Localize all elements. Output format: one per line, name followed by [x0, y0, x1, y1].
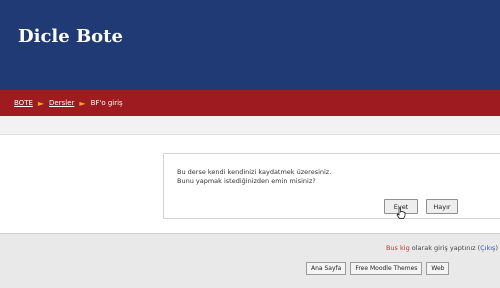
enrol-confirmation-box: Bu derse kendi kendinizi kaydatmek üzere… — [163, 153, 500, 219]
confirmation-message: Bu derse kendi kendinizi kaydatmek üzere… — [177, 168, 331, 186]
free-moodle-themes-button[interactable]: Free Moodle Themes — [350, 262, 423, 275]
hand-cursor-icon — [396, 207, 406, 219]
breadcrumb-item-current: BF'o giriş — [90, 99, 123, 107]
home-button[interactable]: Ana Sayfa — [306, 262, 347, 275]
login-info-close: ) — [495, 244, 498, 252]
confirmation-line-2: Bunu yapmak istediğinizden emin misiniz? — [177, 177, 316, 185]
page-footer: Bus kig olarak giriş yaptınız (Çıkış) An… — [0, 233, 500, 288]
site-title: Dicle Bote — [18, 26, 123, 47]
logged-in-user-link[interactable]: Bus kig — [386, 244, 410, 252]
footer-buttons: Ana Sayfa Free Moodle Themes Web — [306, 262, 450, 275]
breadcrumb-item-courses[interactable]: Dersler — [49, 99, 74, 107]
breadcrumb-item-home[interactable]: BOTE — [14, 99, 33, 107]
login-info: Bus kig olarak giriş yaptınız (Çıkış) — [386, 244, 498, 252]
content-top-strip — [0, 116, 500, 135]
breadcrumb-separator-icon: ► — [37, 98, 45, 108]
logout-link[interactable]: Çıkış — [480, 244, 495, 252]
navigation-bar: BOTE ► Dersler ► BF'o giriş — [0, 90, 500, 116]
confirmation-line-1: Bu derse kendi kendinizi kaydatmek üzere… — [177, 168, 332, 176]
breadcrumb: BOTE ► Dersler ► BF'o giriş — [14, 90, 123, 116]
login-info-text: olarak giriş yaptınız ( — [409, 244, 481, 252]
site-header: Dicle Bote — [0, 0, 500, 90]
breadcrumb-separator-icon: ► — [79, 98, 86, 108]
web-button[interactable]: Web — [426, 262, 450, 275]
no-button[interactable]: Hayır — [426, 199, 458, 214]
